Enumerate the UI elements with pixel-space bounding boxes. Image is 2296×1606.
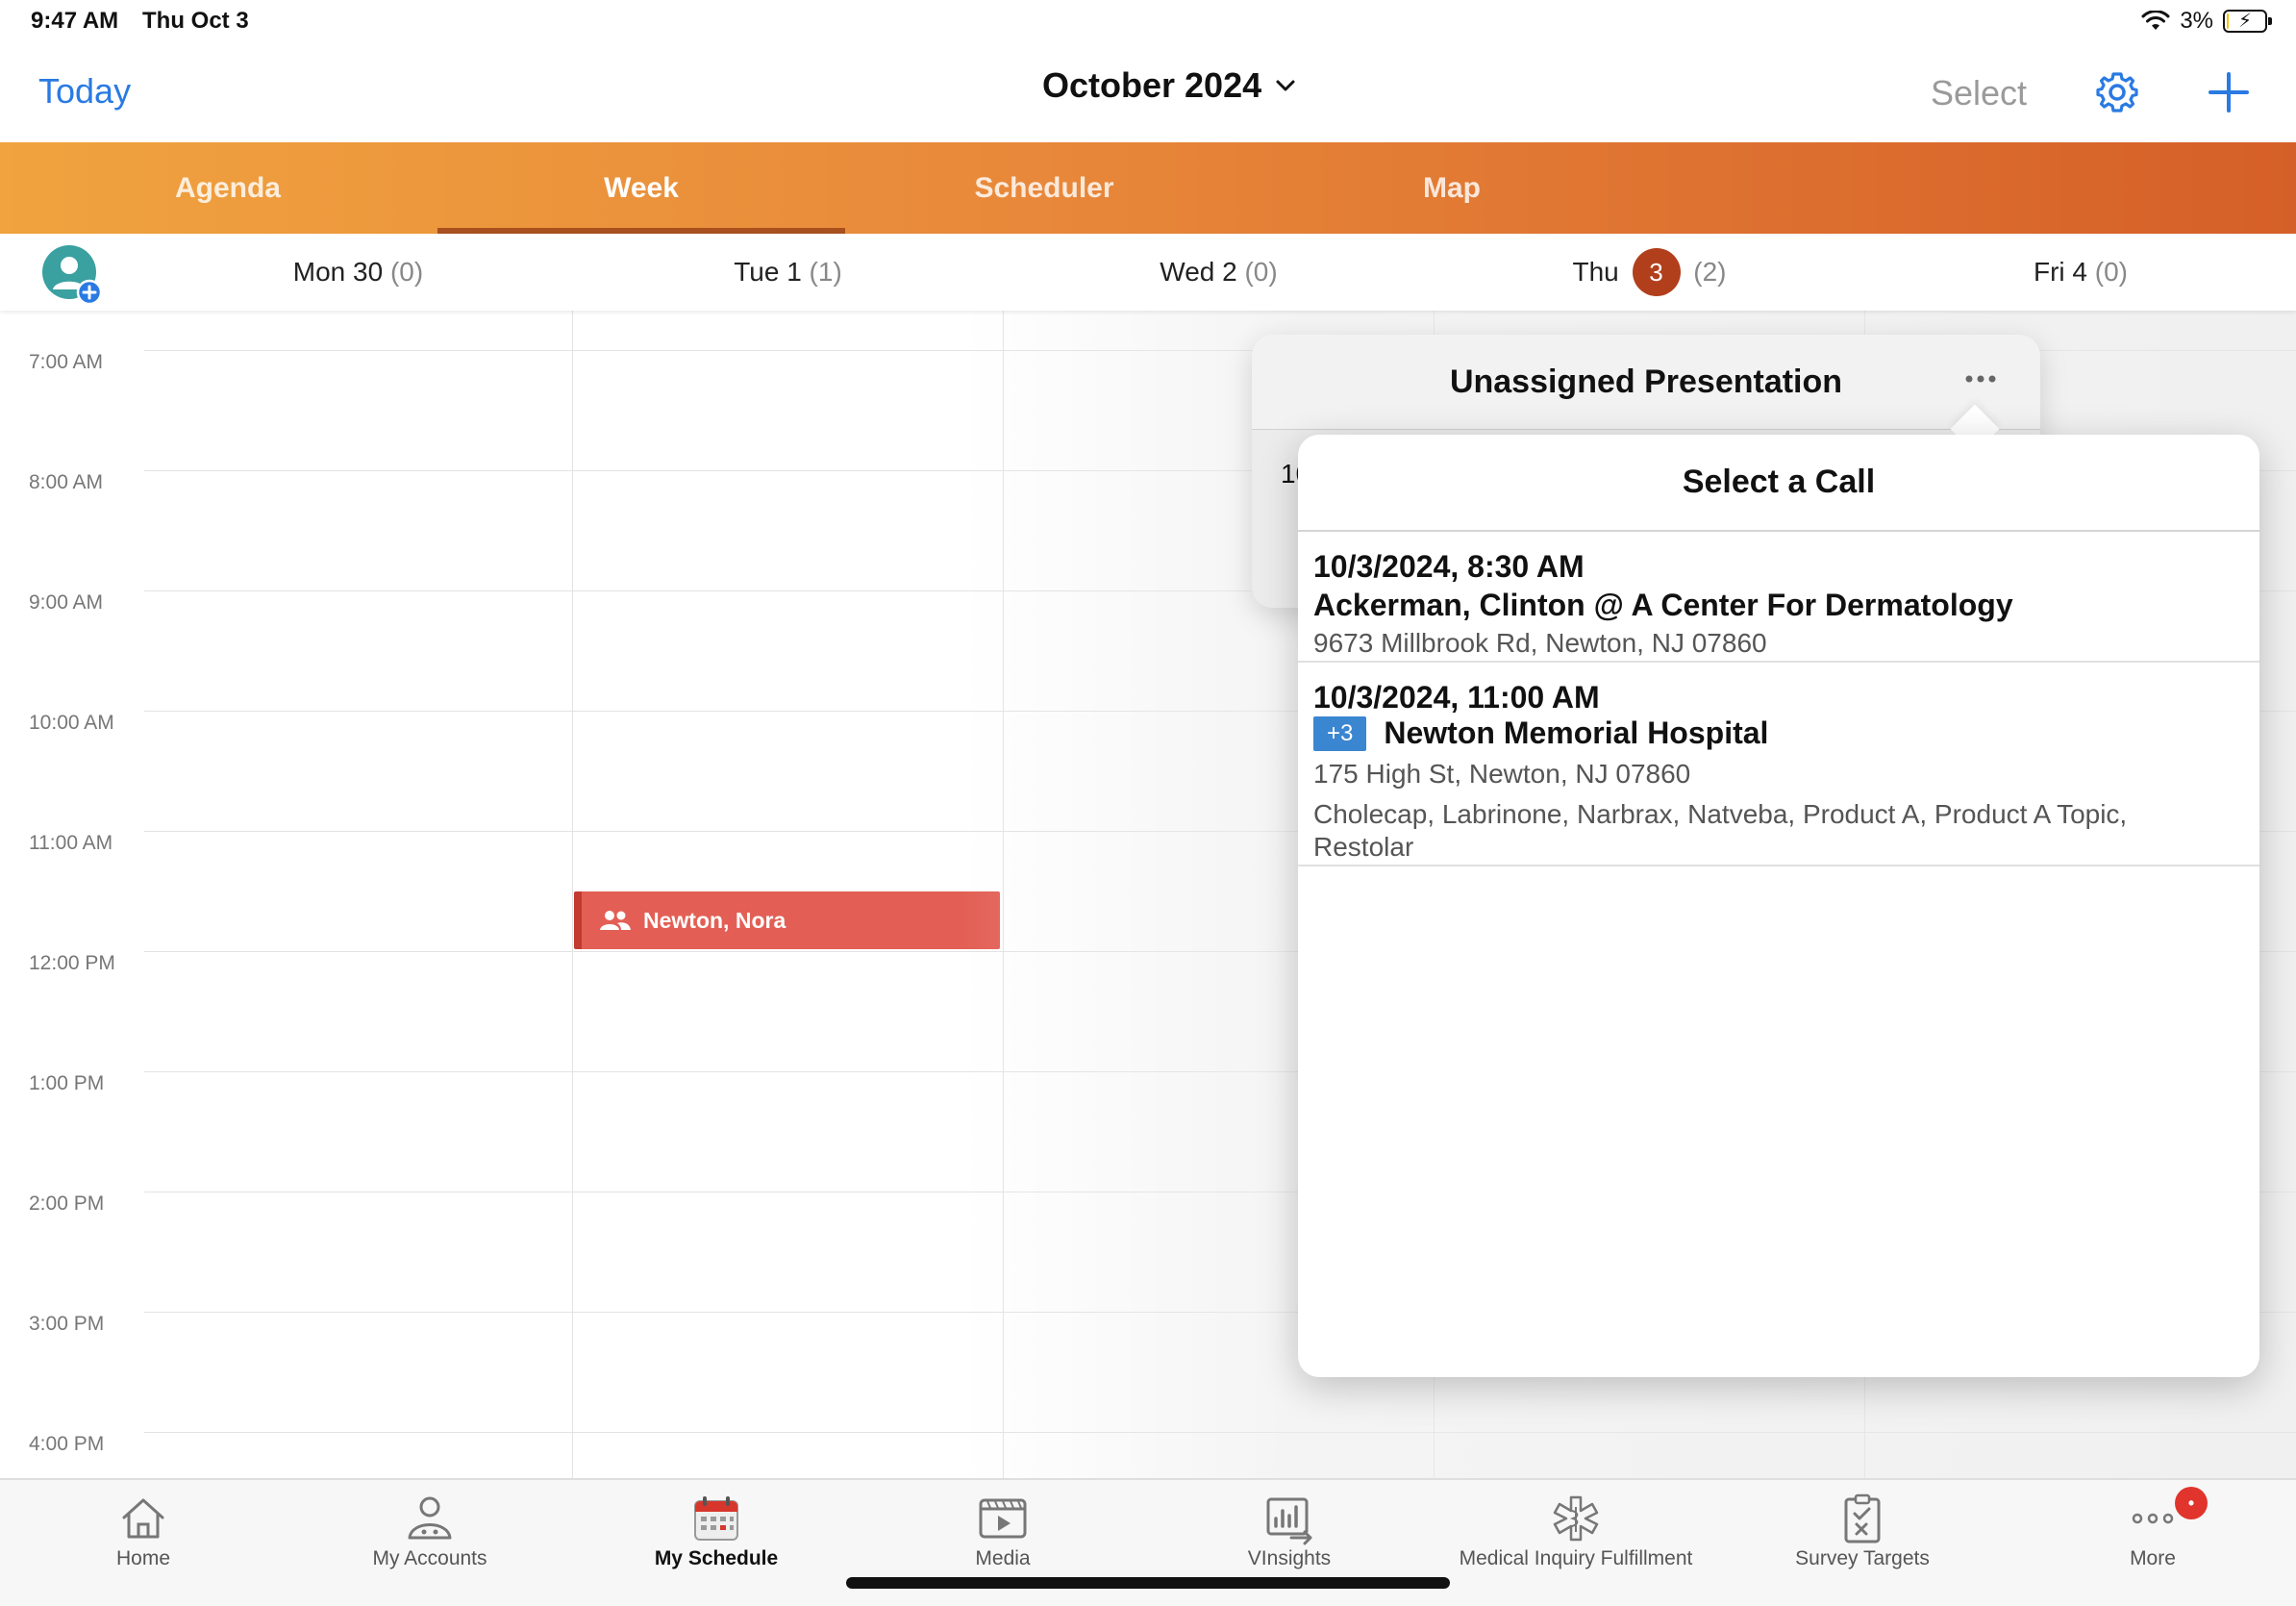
call-name-text: Ackerman, Clinton @ A Center For Dermato… bbox=[1313, 588, 2013, 622]
call-datetime: 10/3/2024, 11:00 AM bbox=[1313, 680, 1600, 715]
bottom-tab-survey-targets[interactable]: Survey Targets bbox=[1719, 1480, 2006, 1606]
bottom-tab-label: Survey Targets bbox=[1795, 1547, 1930, 1569]
bottom-tab-my-schedule[interactable]: My Schedule bbox=[573, 1480, 860, 1606]
survey-icon bbox=[1844, 1493, 1881, 1543]
group-icon bbox=[600, 911, 631, 930]
select-call-popover: Select a Call 10/3/2024, 8:30 AM Ackerma… bbox=[1298, 435, 2259, 1377]
medical-icon bbox=[1553, 1495, 1599, 1542]
media-icon bbox=[979, 1498, 1027, 1539]
month-title: October 2024 bbox=[1042, 65, 1262, 105]
calendar-icon bbox=[694, 1496, 738, 1541]
attendee-count-badge: +3 bbox=[1313, 715, 1367, 751]
popover-title: Select a Call bbox=[1682, 464, 1876, 500]
bottom-tab-medical-inquiry[interactable]: Medical Inquiry Fulfillment bbox=[1433, 1480, 1719, 1606]
bottom-tab-label: Home bbox=[115, 1547, 171, 1569]
call-products: Cholecap, Labrinone, Narbrax, Natveba, P… bbox=[1313, 799, 2128, 862]
hour-label: 12:00 PM bbox=[29, 952, 115, 974]
select-button[interactable]: Select bbox=[1931, 73, 2027, 113]
call-address: 175 High St, Newton, NJ 07860 bbox=[1313, 759, 1691, 789]
more-options-icon[interactable] bbox=[1954, 352, 2008, 406]
day-label: Wed 2 bbox=[1160, 257, 1237, 287]
call-name-text: Newton Memorial Hospital bbox=[1384, 715, 1769, 750]
bottom-tab-label: VInsights bbox=[1247, 1547, 1332, 1569]
hour-label: 3:00 PM bbox=[29, 1313, 105, 1335]
chevron-down-icon bbox=[1276, 80, 1295, 91]
day-label: Thu bbox=[1572, 257, 1619, 287]
hour-label: 7:00 AM bbox=[29, 351, 104, 373]
hour-label: 8:00 AM bbox=[29, 471, 104, 493]
call-list-item[interactable]: 10/3/2024, 8:30 AM Ackerman, Clinton @ A… bbox=[1298, 532, 2259, 663]
bottom-tab-label: More bbox=[2130, 1547, 2176, 1569]
bottom-tab-label: Media bbox=[975, 1547, 1031, 1569]
bottom-tab-label: My Schedule bbox=[654, 1547, 779, 1569]
status-bar: 9:47 AM Thu Oct 3 3% ⚡ bbox=[0, 0, 2296, 46]
add-user-icon[interactable] bbox=[42, 245, 102, 305]
status-time: 9:47 AM bbox=[31, 8, 119, 34]
nav-bar: Today October 2024 Select bbox=[0, 46, 2296, 142]
day-label: Tue 1 bbox=[734, 257, 802, 287]
day-count: (0) bbox=[2094, 257, 2128, 287]
call-account-name: +3 Newton Memorial Hospital bbox=[1313, 715, 1768, 751]
today-button[interactable]: Today bbox=[38, 71, 131, 112]
day-header-fri[interactable]: Fri 4 (0) bbox=[1865, 234, 2296, 311]
hour-label: 9:00 AM bbox=[29, 591, 104, 614]
bottom-tab-label: Medical Inquiry Fulfillment bbox=[1459, 1547, 1693, 1569]
day-header-mon[interactable]: Mon 30 (0) bbox=[144, 234, 572, 311]
bottom-tab-label: My Accounts bbox=[372, 1547, 487, 1569]
call-datetime: 10/3/2024, 8:30 AM bbox=[1313, 549, 1585, 584]
tab-week[interactable]: Week bbox=[437, 142, 845, 234]
wifi-icon bbox=[2141, 11, 2170, 30]
day-count: (0) bbox=[389, 257, 424, 287]
popover-title: Unassigned Presentation bbox=[1449, 364, 1843, 400]
day-count: (0) bbox=[1244, 257, 1278, 287]
bottom-tab-my-accounts[interactable]: My Accounts bbox=[287, 1480, 573, 1606]
call-list-item[interactable]: 10/3/2024, 11:00 AM +3 Newton Memorial H… bbox=[1298, 663, 2259, 866]
hour-label: 1:00 PM bbox=[29, 1072, 105, 1094]
event-title: Newton, Nora bbox=[643, 907, 786, 933]
hour-label: 11:00 AM bbox=[29, 832, 113, 854]
insights-icon bbox=[1266, 1497, 1312, 1545]
hour-label: 10:00 AM bbox=[29, 712, 114, 734]
column-divider bbox=[572, 311, 573, 1478]
tab-map[interactable]: Map bbox=[1248, 142, 1656, 234]
day-header-wed[interactable]: Wed 2 (0) bbox=[1004, 234, 1434, 311]
month-picker[interactable]: October 2024 bbox=[1042, 65, 1296, 106]
view-tab-bar: Agenda Week Scheduler Map bbox=[0, 142, 2296, 234]
charging-bolt-icon: ⚡ bbox=[2237, 11, 2253, 32]
day-header-thu[interactable]: Thu 3 (2) bbox=[1435, 234, 1864, 311]
day-label: Mon 30 bbox=[292, 257, 384, 287]
day-count: (1) bbox=[809, 257, 842, 287]
tab-agenda[interactable]: Agenda bbox=[24, 142, 432, 234]
bottom-tab-more[interactable]: More bbox=[2009, 1480, 2296, 1606]
add-icon[interactable] bbox=[2206, 69, 2252, 115]
hour-label: 2:00 PM bbox=[29, 1192, 105, 1215]
tab-scheduler[interactable]: Scheduler bbox=[840, 142, 1248, 234]
status-date: Thu Oct 3 bbox=[142, 8, 249, 34]
day-header-tue[interactable]: Tue 1 (1) bbox=[573, 234, 1003, 311]
today-badge: 3 bbox=[1632, 247, 1681, 296]
more-icon bbox=[2132, 1513, 2174, 1524]
accounts-icon bbox=[408, 1496, 452, 1540]
calendar-event[interactable]: Newton, Nora bbox=[574, 891, 1000, 949]
bottom-tab-home[interactable]: Home bbox=[0, 1480, 287, 1606]
home-icon bbox=[122, 1498, 164, 1539]
battery-percent: 3% bbox=[2180, 8, 2213, 34]
battery-icon: ⚡ bbox=[2223, 10, 2272, 33]
day-label: Fri 4 bbox=[2033, 257, 2087, 287]
call-account-name: Ackerman, Clinton @ A Center For Dermato… bbox=[1313, 588, 2013, 623]
notification-badge: • bbox=[2175, 1487, 2208, 1519]
status-indicators: 3% ⚡ bbox=[2141, 8, 2272, 35]
column-divider bbox=[1003, 311, 1004, 1478]
hour-line bbox=[144, 1432, 2296, 1433]
gear-icon[interactable] bbox=[2094, 69, 2140, 115]
home-indicator bbox=[846, 1577, 1450, 1589]
call-address: 9673 Millbrook Rd, Newton, NJ 07860 bbox=[1313, 628, 1767, 658]
hour-label: 4:00 PM bbox=[29, 1433, 105, 1455]
day-count: (2) bbox=[1693, 257, 1727, 287]
week-header: Mon 30 (0) Tue 1 (1) Wed 2 (0) Thu 3 (2)… bbox=[0, 234, 2296, 311]
